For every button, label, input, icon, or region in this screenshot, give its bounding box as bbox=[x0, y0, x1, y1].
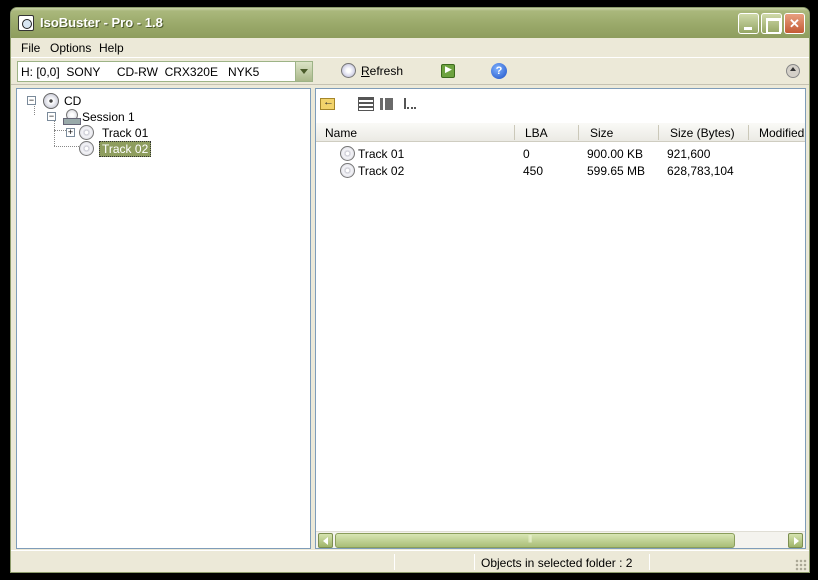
cell-size-bytes: 628,783,104 bbox=[667, 164, 734, 178]
cd-drive-icon bbox=[43, 93, 59, 109]
horizontal-scrollbar[interactable] bbox=[316, 531, 805, 548]
tree-label-cd: CD bbox=[64, 94, 82, 108]
disc-icon bbox=[79, 141, 94, 156]
up-folder-icon[interactable] bbox=[320, 96, 335, 110]
list-row[interactable]: Track 01 0 900.00 KB 921,600 bbox=[316, 145, 805, 162]
app-window: IsoBuster - Pro - 1.8 File Options Help … bbox=[10, 7, 810, 573]
cell-name: Track 02 bbox=[358, 164, 405, 178]
status-divider bbox=[394, 554, 395, 570]
column-divider[interactable] bbox=[578, 125, 579, 140]
cell-size: 900.00 KB bbox=[587, 147, 644, 161]
list-row[interactable]: Track 02 450 599.65 MB 628,783,104 bbox=[316, 162, 805, 179]
cell-lba: 0 bbox=[523, 147, 530, 161]
tree-view-icon[interactable] bbox=[404, 98, 416, 109]
cell-lba: 450 bbox=[523, 164, 544, 178]
tree-label-track-01: Track 01 bbox=[102, 126, 149, 140]
disc-icon bbox=[340, 146, 355, 161]
tree-connector bbox=[54, 146, 79, 147]
title-bar[interactable]: IsoBuster - Pro - 1.8 bbox=[11, 8, 809, 38]
export-icon[interactable] bbox=[441, 64, 455, 78]
scroll-thumb[interactable] bbox=[335, 533, 735, 548]
eject-icon[interactable] bbox=[786, 64, 800, 78]
tree-connector bbox=[54, 119, 55, 146]
tree-label-session: Session 1 bbox=[82, 110, 135, 124]
menu-file[interactable]: File bbox=[21, 41, 40, 55]
toolbar: H: [0,0] SONY CD-RW CRX320E NYK5 Refresh… bbox=[11, 59, 809, 85]
maximize-button[interactable] bbox=[761, 13, 782, 34]
cell-size: 599.65 MB bbox=[587, 164, 646, 178]
minimize-button[interactable] bbox=[738, 13, 759, 34]
scroll-left-icon[interactable] bbox=[318, 533, 333, 548]
tree-label-track-02: Track 02 bbox=[99, 141, 152, 157]
app-icon[interactable] bbox=[18, 15, 34, 31]
window-title: IsoBuster - Pro - 1.8 bbox=[40, 15, 163, 30]
tree-pane[interactable]: − CD − Session 1 + Track 01 Track 02 bbox=[16, 88, 311, 549]
cell-name: Track 01 bbox=[358, 147, 405, 161]
list-view-icon[interactable] bbox=[380, 98, 396, 110]
close-button[interactable] bbox=[784, 13, 805, 34]
chevron-down-icon[interactable] bbox=[295, 62, 312, 81]
menu-help[interactable]: Help bbox=[99, 41, 124, 55]
tree-connector bbox=[54, 130, 66, 131]
expand-icon[interactable]: + bbox=[66, 128, 75, 137]
session-icon bbox=[63, 109, 81, 125]
column-divider[interactable] bbox=[514, 125, 515, 140]
resize-grip-icon[interactable] bbox=[795, 559, 807, 571]
column-size[interactable]: Size bbox=[590, 126, 613, 140]
list-toolbar bbox=[316, 89, 805, 121]
status-text: Objects in selected folder : 2 bbox=[481, 556, 633, 570]
details-view-icon[interactable] bbox=[358, 97, 374, 111]
drive-select[interactable]: H: [0,0] SONY CD-RW CRX320E NYK5 bbox=[17, 61, 313, 82]
column-size-bytes[interactable]: Size (Bytes) bbox=[670, 126, 735, 140]
column-divider[interactable] bbox=[658, 125, 659, 140]
column-divider[interactable] bbox=[748, 125, 749, 140]
cell-size-bytes: 921,600 bbox=[667, 147, 711, 161]
disc-icon bbox=[340, 163, 355, 178]
collapse-icon[interactable]: − bbox=[27, 96, 36, 105]
collapse-icon[interactable]: − bbox=[47, 112, 56, 121]
status-bar: Objects in selected folder : 2 bbox=[11, 550, 809, 572]
refresh-label: Refresh bbox=[361, 64, 404, 78]
refresh-disc-icon bbox=[341, 63, 356, 78]
column-header: Name LBA Size Size (Bytes) Modified bbox=[316, 123, 805, 142]
scroll-right-icon[interactable] bbox=[788, 533, 803, 548]
status-divider bbox=[474, 554, 475, 570]
list-pane[interactable]: Name LBA Size Size (Bytes) Modified Trac… bbox=[315, 88, 806, 549]
column-lba[interactable]: LBA bbox=[525, 126, 548, 140]
disc-icon bbox=[79, 125, 94, 140]
column-modified[interactable]: Modified bbox=[759, 126, 804, 140]
menu-bar: File Options Help bbox=[11, 38, 809, 58]
menu-options[interactable]: Options bbox=[50, 41, 91, 55]
column-name[interactable]: Name bbox=[325, 126, 357, 140]
drive-select-value: H: [0,0] SONY CD-RW CRX320E NYK5 bbox=[21, 65, 260, 79]
refresh-button[interactable]: Refresh bbox=[341, 62, 406, 81]
help-icon[interactable]: ? bbox=[491, 63, 507, 79]
status-divider bbox=[649, 554, 650, 570]
